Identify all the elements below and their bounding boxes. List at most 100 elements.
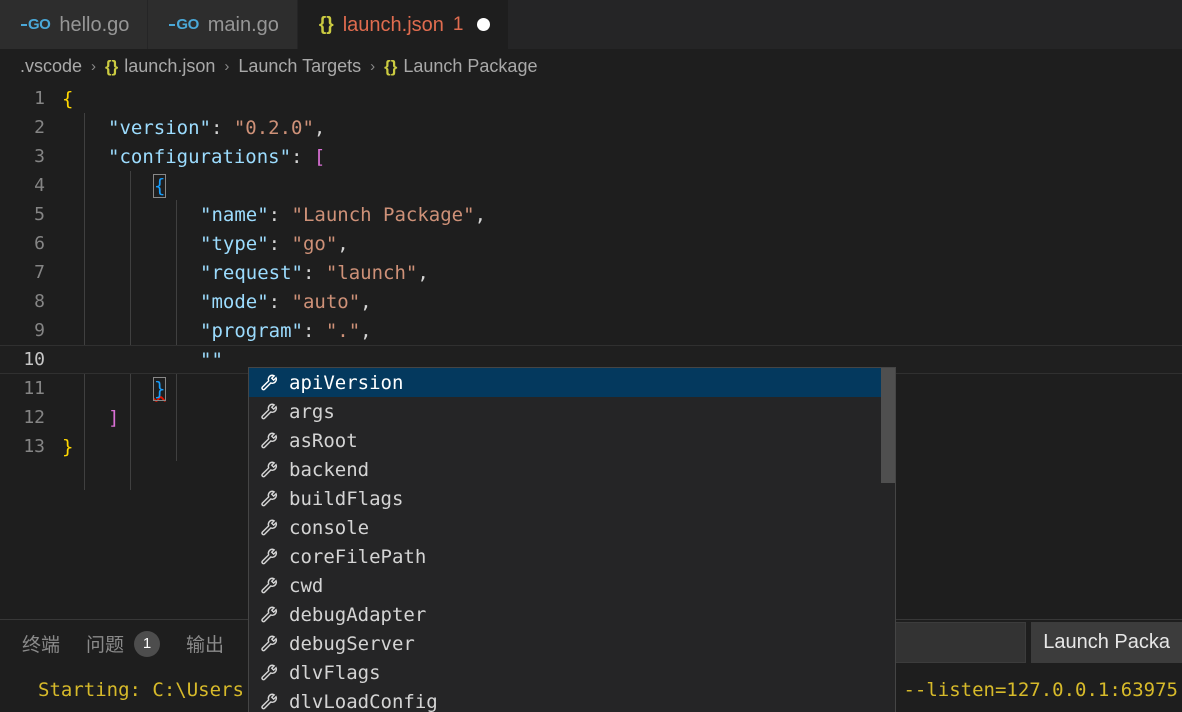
panel-tab-output[interactable]: 输出 [186, 630, 224, 657]
suggest-item[interactable]: debugAdapter [249, 600, 895, 629]
breadcrumb-item-launch-targets[interactable]: Launch Targets [238, 56, 361, 77]
line-number: 13 [23, 436, 45, 457]
suggest-item[interactable]: args [249, 397, 895, 426]
suggest-item[interactable]: buildFlags [249, 484, 895, 513]
json-brace-icon: {} [105, 56, 119, 76]
breadcrumb: .vscode › {} launch.json › Launch Target… [0, 49, 1182, 84]
breadcrumb-label: launch.json [124, 56, 216, 76]
suggest-item[interactable]: dlvLoadConfig [249, 687, 895, 712]
suggest-item-label: backend [289, 458, 370, 481]
code-line[interactable]: 4{ [0, 171, 1182, 200]
suggest-item-label: debugAdapter [289, 603, 427, 626]
suggest-item-label: coreFilePath [289, 545, 427, 568]
suggest-item[interactable]: asRoot [249, 426, 895, 455]
editor-tab-bar: GO hello.go GO main.go {} launch.json 1 [0, 0, 1182, 49]
breadcrumb-label: Launch Targets [238, 56, 362, 76]
line-number: 7 [34, 262, 45, 283]
code-line[interactable]: 5 "name": "Launch Package", [0, 200, 1182, 229]
code-token: "mode" [200, 290, 269, 313]
suggest-scrollbar-thumb[interactable] [881, 368, 895, 483]
line-number: 11 [23, 378, 45, 399]
breadcrumb-item-vscode[interactable]: .vscode [20, 56, 82, 77]
breadcrumb-label: .vscode [20, 56, 83, 76]
code-token: : [302, 261, 326, 284]
chevron-right-icon: › [91, 58, 97, 75]
line-number: 3 [34, 146, 45, 167]
code-token: "version" [108, 116, 211, 139]
code-token: : [302, 319, 326, 342]
code-token: "name" [200, 203, 269, 226]
line-number: 2 [34, 117, 45, 138]
launch-package-button[interactable]: Launch Packa [1031, 622, 1182, 663]
suggest-item[interactable]: coreFilePath [249, 542, 895, 571]
panel-tab-terminal[interactable]: 终端 [22, 630, 60, 657]
code-text: { [62, 88, 1182, 110]
code-token: "launch" [325, 261, 418, 284]
tab-label: hello.go [59, 13, 130, 36]
code-token: "type" [200, 232, 269, 255]
code-token: : [268, 203, 292, 226]
property-wrench-icon [259, 634, 279, 654]
problems-count-badge: 1 [134, 630, 161, 657]
tab-label: main.go [207, 13, 279, 36]
code-text: "mode": "auto", [62, 291, 1182, 313]
suggest-item[interactable]: console [249, 513, 895, 542]
code-text: { [62, 173, 1182, 198]
vscode-window: GO hello.go GO main.go {} launch.json 1 … [0, 0, 1182, 712]
code-text: "program": ".", [62, 320, 1182, 342]
property-wrench-icon [259, 547, 279, 567]
code-token: "auto" [291, 290, 361, 313]
code-line[interactable]: 7 "request": "launch", [0, 258, 1182, 287]
line-number: 5 [34, 204, 45, 225]
code-line[interactable]: 9 "program": ".", [0, 316, 1182, 345]
suggest-list[interactable]: apiVersion args asRoot backend buildFlags con… [249, 368, 895, 712]
property-wrench-icon [259, 663, 279, 683]
code-line[interactable]: 2 "version": "0.2.0", [0, 113, 1182, 142]
code-token: "0.2.0" [233, 116, 314, 139]
tab-main-go[interactable]: GO main.go [148, 0, 298, 49]
line-number: 6 [34, 233, 45, 254]
code-line[interactable]: 6 "type": "go", [0, 229, 1182, 258]
suggest-item-label: debugServer [289, 632, 415, 655]
debug-config-select[interactable] [876, 622, 1027, 663]
line-number: 4 [34, 175, 45, 196]
terminal-output-text: Starting: C:\Users [38, 679, 244, 701]
panel-tab-label: 问题 [86, 635, 125, 656]
breadcrumb-item-launch-package[interactable]: {} Launch Package [384, 56, 537, 77]
property-wrench-icon [259, 489, 279, 509]
panel-right-controls: Launch Packa [876, 622, 1182, 665]
suggest-item[interactable]: debugServer [249, 629, 895, 658]
code-token: } [152, 376, 167, 401]
code-token: "" [200, 348, 223, 371]
breadcrumb-item-launch-json[interactable]: {} launch.json [105, 56, 215, 77]
chevron-right-icon: › [224, 58, 230, 75]
property-wrench-icon [259, 518, 279, 538]
property-wrench-icon [259, 431, 279, 451]
property-wrench-icon [259, 692, 279, 712]
suggest-item-label: dlvFlags [289, 661, 381, 684]
suggest-item[interactable]: cwd [249, 571, 895, 600]
autocomplete-suggest-widget[interactable]: apiVersion args asRoot backend buildFlags con… [248, 367, 896, 712]
code-token: "configurations" [108, 145, 292, 168]
json-file-icon: {} [318, 14, 334, 35]
suggest-item-label: args [289, 400, 335, 423]
suggest-item[interactable]: apiVersion [249, 368, 895, 397]
code-line[interactable]: 1{ [0, 84, 1182, 113]
tab-launch-json[interactable]: {} launch.json 1 [297, 0, 510, 49]
suggest-item-label: buildFlags [289, 487, 404, 510]
line-number: 8 [34, 291, 45, 312]
json-brace-icon: {} [384, 56, 398, 76]
property-wrench-icon [259, 576, 279, 596]
code-line[interactable]: 8 "mode": "auto", [0, 287, 1182, 316]
code-token: , [360, 319, 372, 342]
suggest-item[interactable]: dlvFlags [249, 658, 895, 687]
panel-tab-problems[interactable]: 问题 1 [86, 630, 161, 657]
terminal-output-line-right: --listen=127.0.0.1:63975 [903, 667, 1182, 712]
suggest-item[interactable]: backend [249, 455, 895, 484]
code-line[interactable]: 3 "configurations": [ [0, 142, 1182, 171]
tab-hello-go[interactable]: GO hello.go [0, 0, 149, 49]
unsaved-dot-icon[interactable] [477, 18, 491, 31]
code-token: "go" [291, 232, 338, 255]
code-text: "configurations": [ [62, 146, 1182, 168]
suggest-scrollbar[interactable] [881, 368, 895, 712]
